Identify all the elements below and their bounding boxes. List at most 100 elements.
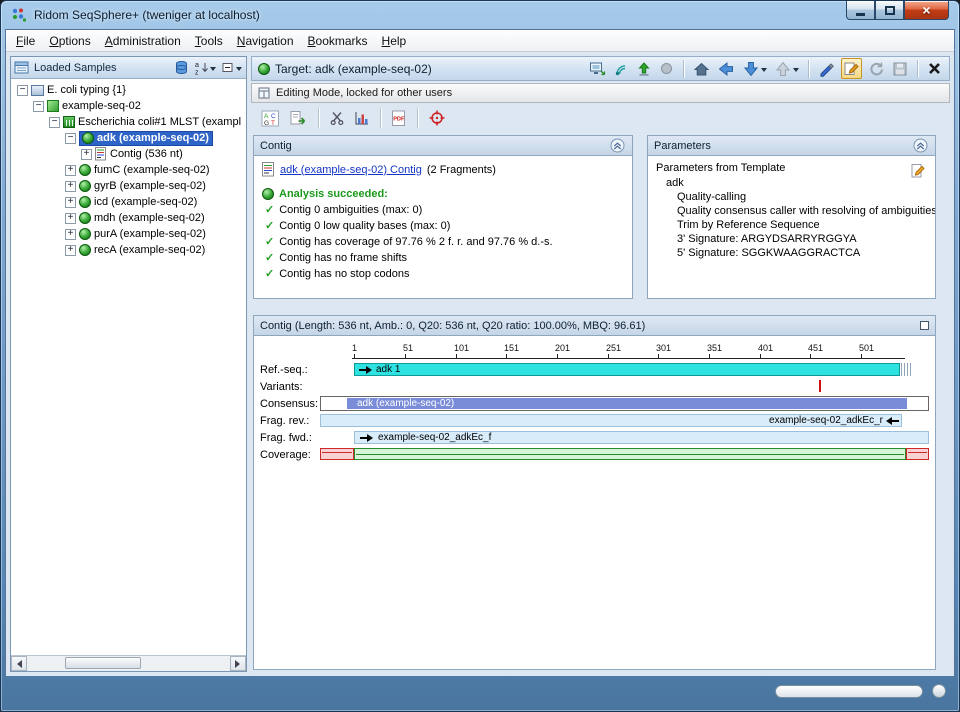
tree-toggle-icon[interactable]: − [49, 117, 60, 128]
ruler-tick [354, 354, 355, 359]
tree-toggle-icon[interactable]: + [65, 213, 76, 224]
menu-options[interactable]: Options [42, 32, 97, 50]
maximize-button[interactable] [875, 1, 904, 20]
ruler-area: 1 51 101 151 201 251 301 351 401 451 501 [320, 340, 929, 361]
target-gene-sphere-icon [258, 63, 270, 75]
bottom-horizontal-scrollbar[interactable] [775, 685, 923, 698]
save-button[interactable] [891, 60, 909, 78]
ref-seq-row: Ref.-seq.: adk 1 [260, 361, 929, 378]
sample-icon [47, 100, 59, 112]
submit-upload-button[interactable] [635, 60, 653, 78]
quality-chart-button[interactable] [353, 109, 371, 127]
coverage-label: Coverage: [260, 449, 320, 461]
ref-seq-label: Ref.-seq.: [260, 364, 320, 376]
scroll-right-button[interactable] [230, 656, 246, 671]
tree-item-ecoli-typing[interactable]: − E. coli typing {1} [13, 82, 246, 98]
frag-fwd-bar-label: example-seq-02_adkEc_f [378, 432, 491, 443]
tree-toggle-icon[interactable]: + [65, 181, 76, 192]
split-scissors-button[interactable] [328, 109, 346, 127]
navigate-back-button[interactable] [716, 59, 736, 79]
tree-item-icd[interactable]: + icd (example-seq-02) [13, 194, 246, 210]
maximize-icon [885, 6, 895, 15]
home-button[interactable] [692, 60, 711, 78]
tree-item-example-seq-02[interactable]: − example-seq-02 [13, 98, 246, 114]
template-name: adk [666, 177, 927, 189]
tree-toggle-icon[interactable]: + [65, 165, 76, 176]
frag-rev-bar[interactable]: example-seq-02_adkEc_r [320, 414, 902, 427]
tree-toggle-icon[interactable]: − [33, 101, 44, 112]
variant-marker[interactable] [819, 380, 821, 392]
parameters-panel: Parameters Parameters from Template adk [647, 135, 936, 299]
consensus-bar-label: adk (example-seq-02) [357, 398, 454, 409]
collapse-all-button[interactable] [221, 60, 243, 76]
signature-pen-button[interactable] [817, 59, 836, 78]
edit-parameters-icon[interactable] [909, 162, 927, 180]
sort-az-button[interactable]: az [194, 59, 217, 77]
contig-panel-title: Contig [260, 140, 609, 152]
menu-administration[interactable]: Administration [98, 32, 188, 50]
ref-seq-area: adk 1 [320, 361, 929, 378]
minimize-button[interactable] [846, 1, 875, 20]
tree-toggle-icon[interactable]: − [65, 133, 76, 144]
tree-toggle-icon[interactable]: + [65, 229, 76, 240]
tree-item-gyrB[interactable]: + gyrB (example-seq-02) [13, 178, 246, 194]
detach-panel-button[interactable] [920, 321, 929, 330]
close-target-button[interactable] [926, 60, 943, 77]
tree-item-fumC[interactable]: + fumC (example-seq-02) [13, 162, 246, 178]
menu-tools[interactable]: Tools [188, 32, 230, 50]
tree-horizontal-scrollbar[interactable] [11, 655, 246, 671]
menu-bookmarks[interactable]: Bookmarks [301, 32, 375, 50]
tree-item-contig[interactable]: + Contig (536 nt) [13, 146, 246, 162]
navigate-up-button[interactable] [773, 59, 800, 79]
edit-mode-toggle[interactable] [841, 58, 862, 79]
close-button[interactable]: × [904, 1, 949, 20]
consensus-range-box[interactable]: adk (example-seq-02) [320, 396, 929, 411]
menu-navigation[interactable]: Navigation [230, 32, 301, 50]
tree-toggle-icon[interactable]: − [17, 85, 28, 96]
tree-item-mlst-task[interactable]: − Escherichia coli#1 MLST (exampl [13, 114, 246, 130]
consensus-bar[interactable]: adk (example-seq-02) [347, 398, 907, 409]
export-fragments-button[interactable] [288, 109, 309, 128]
coverage-ok-segment [354, 448, 906, 460]
tree-item-recA[interactable]: + recA (example-seq-02) [13, 242, 246, 258]
tree-item-mdh[interactable]: + mdh (example-seq-02) [13, 210, 246, 226]
sequence-editor-button[interactable]: ACGT [260, 109, 281, 128]
tree-toggle-icon[interactable]: + [65, 197, 76, 208]
fragments-count: (2 Fragments) [427, 164, 496, 176]
collapse-chevron-icon[interactable] [912, 137, 929, 154]
menu-file[interactable]: File [9, 32, 42, 50]
resize-grip[interactable] [932, 684, 946, 698]
target-crosshair-button[interactable] [427, 108, 447, 128]
titlebar[interactable]: Ridom SeqSphere+ (tweniger at localhost)… [1, 1, 959, 29]
tree-selection[interactable]: adk (example-seq-02) [79, 131, 213, 146]
collapse-chevron-icon[interactable] [609, 137, 626, 154]
scrollbar-thumb[interactable] [65, 657, 141, 669]
gene-sphere-icon [79, 196, 91, 208]
tree-toggle-icon[interactable]: + [81, 149, 92, 160]
send-to-workstation-button[interactable] [588, 60, 607, 78]
tree-item-adk[interactable]: − adk (example-seq-02) [13, 130, 246, 146]
status-circle-icon[interactable] [658, 60, 675, 77]
contig-panel-header: Contig [254, 136, 632, 156]
refresh-button[interactable] [867, 59, 886, 78]
toolbar-separator [683, 60, 684, 78]
signal-icon-button[interactable] [612, 60, 630, 78]
scroll-left-button[interactable] [11, 656, 27, 671]
svg-text:T: T [271, 120, 275, 127]
tree-item-purA[interactable]: + purA (example-seq-02) [13, 226, 246, 242]
parameters-panel-body: Parameters from Template adk Quality-cal… [648, 156, 935, 298]
navigate-down-button[interactable] [741, 59, 768, 79]
tree-toggle-icon[interactable]: + [65, 245, 76, 256]
tree-item-label: mdh (example-seq-02) [94, 212, 205, 224]
contig-link[interactable]: adk (example-seq-02) Contig [280, 164, 422, 176]
ref-seq-bar[interactable]: adk 1 [354, 363, 900, 376]
menu-help[interactable]: Help [375, 32, 414, 50]
contig-panel-body: adk (example-seq-02) Contig (2 Fragments… [254, 156, 632, 298]
frag-fwd-bar[interactable]: example-seq-02_adkEc_f [354, 431, 929, 444]
database-button[interactable] [173, 59, 190, 77]
window-controls: × [846, 1, 949, 20]
scrollbar-track[interactable] [27, 656, 230, 671]
frag-rev-area: example-seq-02_adkEc_r [320, 412, 929, 429]
project-icon [31, 85, 44, 96]
pdf-report-button[interactable]: PDF [390, 109, 408, 128]
